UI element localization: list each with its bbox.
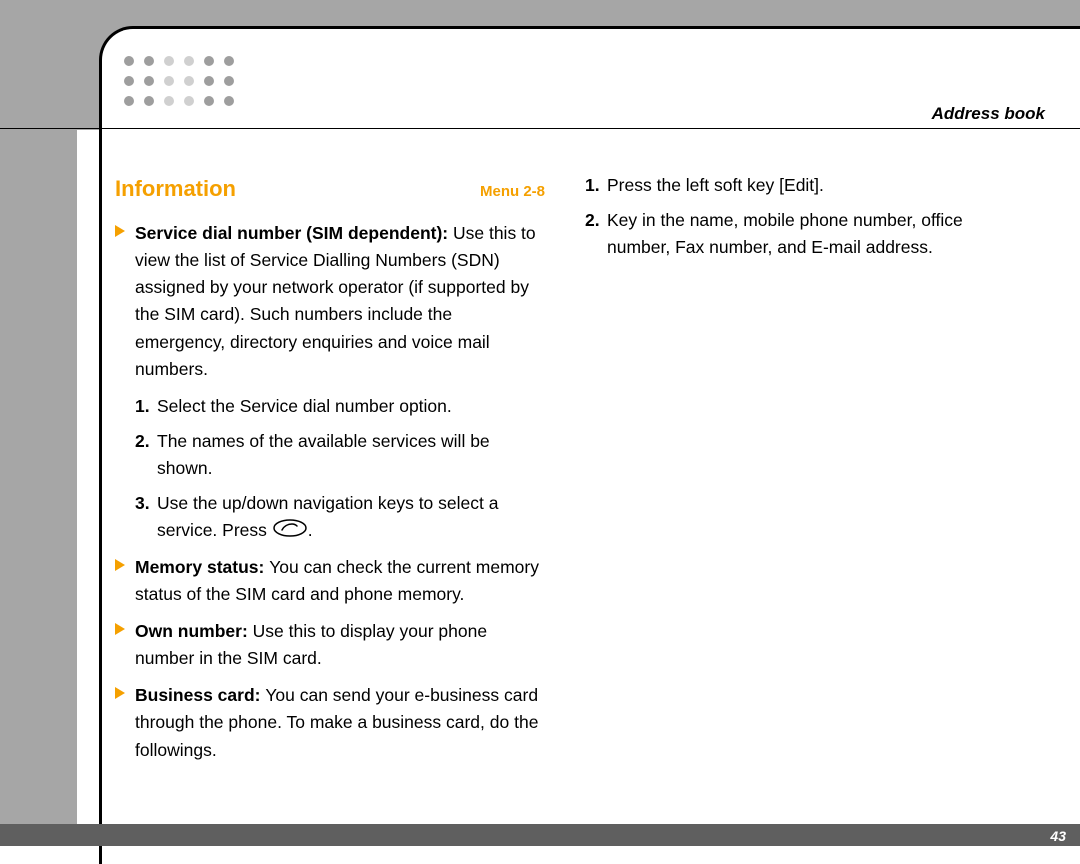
- call-key-icon: [272, 518, 308, 546]
- bizcard-step-1: 1. Press the left soft key [Edit].: [585, 172, 1015, 199]
- section-title-row: Information Menu 2-8: [115, 172, 545, 206]
- sdn-step-1: 1. Select the Service dial number option…: [115, 393, 545, 420]
- sdn-step-3: 3. Use the up/down navigation keys to se…: [115, 490, 545, 546]
- step-number: 2.: [585, 207, 600, 234]
- menu-label: Menu 2-8: [480, 180, 545, 203]
- step-tail: .: [308, 520, 313, 540]
- left-grey-strip: [0, 0, 77, 846]
- bullet-lead: Memory status:: [135, 557, 269, 577]
- bullet-memory-status: Memory status: You can check the current…: [115, 554, 545, 608]
- bullet-business-card: Business card: You can send your e-busin…: [115, 682, 545, 763]
- section-header-label: Address book: [932, 104, 1045, 124]
- step-number: 1.: [585, 172, 600, 199]
- triangle-bullet-icon: [115, 225, 125, 237]
- step-number: 2.: [135, 428, 150, 455]
- section-title: Information: [115, 172, 236, 206]
- triangle-bullet-icon: [115, 687, 125, 699]
- bullet-lead: Business card:: [135, 685, 265, 705]
- sdn-step-2: 2. The names of the available services w…: [115, 428, 545, 482]
- step-text: Select the Service dial number option.: [157, 396, 452, 416]
- header-rule: [0, 128, 1080, 129]
- right-column: 1. Press the left soft key [Edit]. 2. Ke…: [585, 172, 1015, 774]
- triangle-bullet-icon: [115, 559, 125, 571]
- bizcard-step-2: 2. Key in the name, mobile phone number,…: [585, 207, 1015, 261]
- step-text: The names of the available services will…: [157, 431, 490, 478]
- bullet-own-number: Own number: Use this to display your pho…: [115, 618, 545, 672]
- footer-bar: [0, 824, 1080, 846]
- bullet-sdn: Service dial number (SIM dependent): Use…: [115, 220, 545, 383]
- content-columns: Information Menu 2-8 Service dial number…: [115, 172, 1055, 774]
- bullet-lead: Service dial number (SIM dependent):: [135, 223, 453, 243]
- bullet-body: Use this to view the list of Service Dia…: [135, 223, 536, 379]
- manual-page: Address book Information Menu 2-8 Servic…: [0, 0, 1080, 864]
- triangle-bullet-icon: [115, 623, 125, 635]
- step-text: Key in the name, mobile phone number, of…: [607, 210, 963, 257]
- left-column: Information Menu 2-8 Service dial number…: [115, 172, 545, 774]
- step-number: 1.: [135, 393, 150, 420]
- step-number: 3.: [135, 490, 150, 517]
- step-text: Use the up/down navigation keys to selec…: [157, 493, 498, 540]
- decorative-dot-grid: [124, 56, 242, 114]
- step-text: Press the left soft key [Edit].: [607, 175, 824, 195]
- page-number: 43: [1050, 828, 1066, 844]
- bullet-lead: Own number:: [135, 621, 253, 641]
